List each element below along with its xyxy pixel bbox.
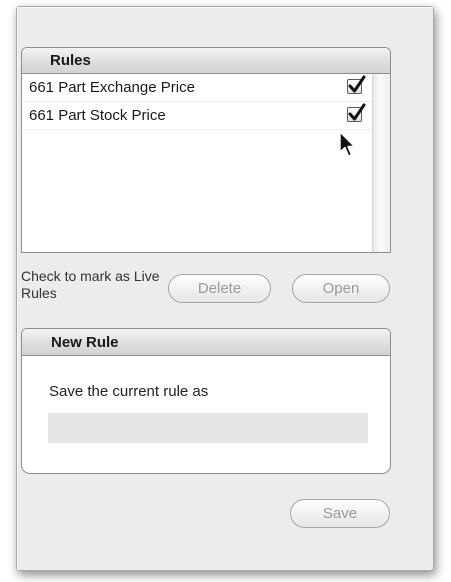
rule-row-label: 661 Part Stock Price bbox=[29, 107, 166, 124]
new-rule-header: New Rule bbox=[22, 329, 390, 356]
rules-list: 661 Part Exchange Price 661 Part Stock P… bbox=[22, 74, 372, 130]
delete-button[interactable]: Delete bbox=[168, 274, 271, 303]
checkmark-icon bbox=[348, 103, 366, 121]
save-button[interactable]: Save bbox=[290, 499, 390, 528]
rules-scrollbar[interactable] bbox=[372, 74, 390, 252]
save-area: Save bbox=[290, 499, 390, 529]
rule-name-input[interactable] bbox=[48, 413, 368, 443]
rule-row-exchange-price[interactable]: 661 Part Exchange Price bbox=[22, 74, 372, 102]
new-rule-box: New Rule Save the current rule as bbox=[21, 328, 391, 474]
rules-table: Rules 661 Part Exchange Price 661 Part S… bbox=[21, 47, 391, 253]
rule-row-label: 661 Part Exchange Price bbox=[29, 79, 195, 96]
live-rule-checkbox[interactable] bbox=[347, 75, 366, 94]
mouse-pointer-icon bbox=[339, 131, 356, 157]
rules-table-body: 661 Part Exchange Price 661 Part Stock P… bbox=[22, 74, 390, 252]
rules-header[interactable]: Rules bbox=[22, 48, 390, 74]
rule-row-stock-price[interactable]: 661 Part Stock Price bbox=[22, 102, 372, 130]
live-rules-hint: Check to mark as Live Rules bbox=[21, 268, 160, 301]
checkmark-icon bbox=[348, 75, 366, 93]
live-rule-checkbox[interactable] bbox=[347, 103, 366, 122]
new-rule-prompt: Save the current rule as bbox=[49, 383, 209, 400]
open-button[interactable]: Open bbox=[292, 274, 390, 303]
